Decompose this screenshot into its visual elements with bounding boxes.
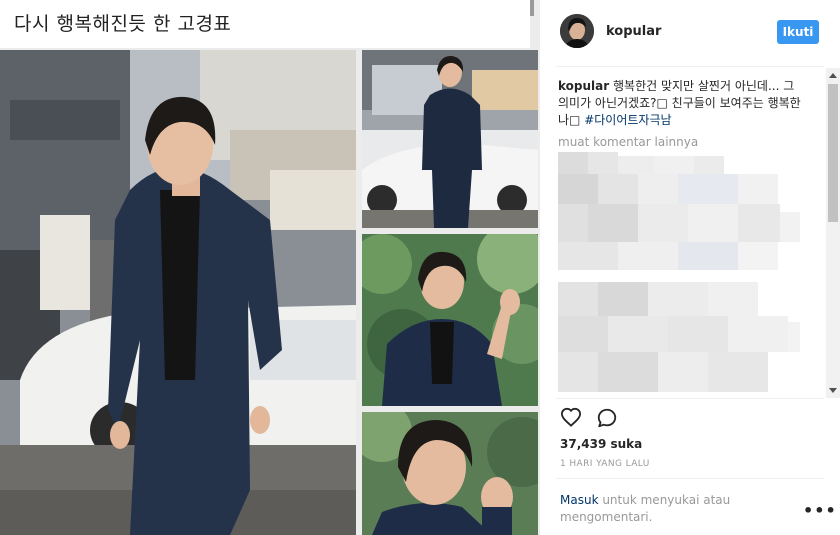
blurred-comments (558, 152, 800, 398)
caption-hashtag[interactable]: #다이어트자극남 (584, 113, 671, 127)
username-link[interactable]: kopular (606, 24, 661, 39)
comments-divider (556, 398, 824, 399)
article-title: 다시 행복해진듯 한 고경표 (14, 13, 232, 35)
login-link[interactable]: Masuk (560, 493, 599, 507)
load-more-comments[interactable]: muat komentar lainnya (558, 135, 698, 149)
actions-divider (556, 478, 824, 479)
login-prompt: Masuk untuk menyukai atau mengomentari. (560, 492, 750, 526)
caption-username[interactable]: kopular (558, 79, 609, 93)
scroll-up-arrow-icon[interactable] (829, 73, 837, 78)
article-header: 다시 행복해진듯 한 고경표 (0, 0, 530, 48)
instagram-post-panel: kopular Ikuti kopular 행복한건 맞지만 살찐거 아닌데..… (540, 0, 840, 535)
photo-middle-right (362, 234, 538, 406)
likes-count[interactable]: 37,439 suka (560, 437, 642, 451)
scroll-down-arrow-icon[interactable] (829, 388, 837, 393)
main-photo (0, 50, 356, 535)
post-timestamp: 1 HARI YANG LALU (560, 459, 650, 469)
post-header: kopular Ikuti (540, 0, 840, 66)
scroll-thumb[interactable] (828, 84, 838, 222)
speech-bubble-icon[interactable] (596, 407, 618, 429)
follow-button[interactable]: Ikuti (777, 20, 819, 44)
photo-top-right (362, 50, 538, 228)
article-scrollbar[interactable] (530, 0, 534, 16)
comments-scrollbar[interactable] (826, 68, 840, 398)
photo-bottom-right (362, 412, 538, 535)
more-options-icon[interactable]: ••• (803, 503, 837, 519)
article-panel: 다시 행복해진듯 한 고경표 (0, 0, 540, 535)
header-divider (556, 66, 824, 67)
comments-area: kopular 행복한건 맞지만 살찐거 아닌데... 그 의미가 아닌거겠죠?… (556, 68, 826, 398)
heart-outline-icon[interactable] (560, 407, 582, 427)
avatar[interactable] (560, 14, 594, 48)
post-caption: kopular 행복한건 맞지만 살찐거 아닌데... 그 의미가 아닌거겠죠?… (558, 78, 806, 129)
